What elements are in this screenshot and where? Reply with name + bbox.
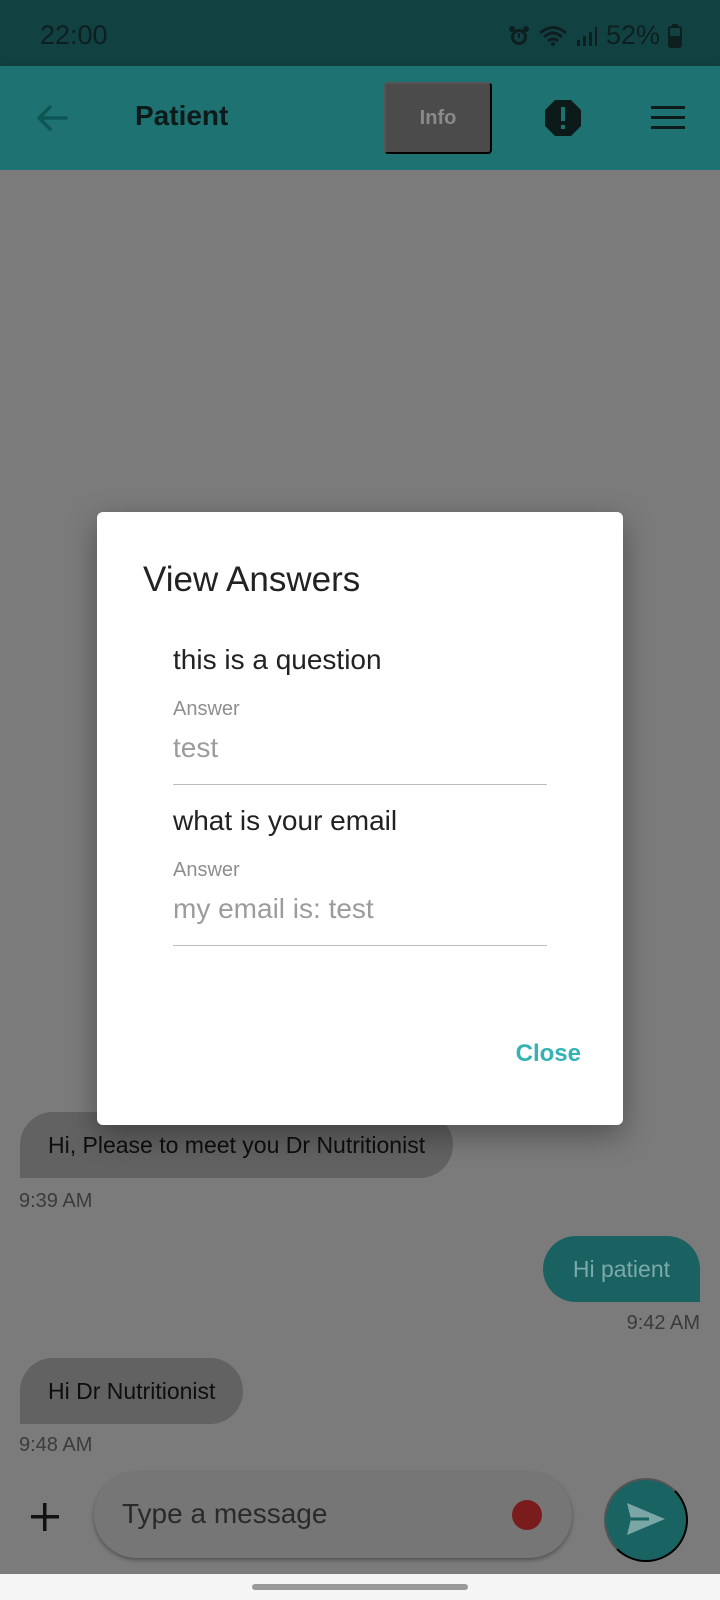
message-text: Hi Dr Nutritionist xyxy=(48,1377,216,1404)
system-nav-bar xyxy=(0,1574,720,1600)
answer-field[interactable]: my email is: test xyxy=(173,893,547,933)
signal-icon xyxy=(576,25,598,47)
message-bubble-incoming[interactable]: Hi Dr Nutritionist xyxy=(20,1358,244,1424)
answer-label: Answer xyxy=(173,698,240,720)
message-text: Hi patient xyxy=(572,1255,670,1282)
status-icons: 52% xyxy=(508,20,682,51)
answer-item: what is your email Answer my email is: t… xyxy=(173,805,547,946)
answer-divider xyxy=(173,784,547,785)
home-handle[interactable] xyxy=(252,1584,468,1590)
send-icon xyxy=(625,1499,667,1542)
question-text: what is your email xyxy=(173,805,398,836)
battery-text: 52% xyxy=(605,20,660,50)
dialog-title: View Answers xyxy=(143,560,361,599)
message-input[interactable] xyxy=(122,1492,502,1536)
record-icon[interactable] xyxy=(512,1500,542,1530)
send-button[interactable] xyxy=(604,1478,688,1562)
message-timestamp: 9:48 AM xyxy=(19,1434,93,1456)
info-button[interactable]: Info xyxy=(384,82,492,154)
view-answers-dialog: View Answers this is a question Answer t… xyxy=(97,512,623,1125)
app-bar: Patient Info xyxy=(0,66,720,170)
message-timestamp: 9:42 AM xyxy=(626,1312,700,1334)
plus-icon[interactable] xyxy=(28,1500,62,1534)
page-title: Patient xyxy=(135,100,229,131)
alarm-icon xyxy=(508,25,530,47)
answer-label: Answer xyxy=(173,859,240,881)
menu-icon[interactable] xyxy=(650,104,686,132)
message-text: Hi, Please to meet you Dr Nutritionist xyxy=(48,1131,426,1158)
answer-field[interactable]: test xyxy=(173,732,547,772)
answer-divider xyxy=(173,945,547,946)
message-timestamp: 9:39 AM xyxy=(19,1190,93,1212)
wifi-icon xyxy=(538,25,568,47)
status-time: 22:00 xyxy=(40,20,108,50)
back-arrow-icon[interactable] xyxy=(30,96,74,140)
battery-icon xyxy=(668,23,682,48)
message-composer xyxy=(94,1472,572,1558)
question-text: this is a question xyxy=(173,644,382,675)
answer-item: this is a question Answer test xyxy=(173,644,547,785)
close-button[interactable]: Close xyxy=(516,1040,581,1068)
alert-octagon-icon[interactable] xyxy=(543,98,583,138)
status-bar: 22:00 52% xyxy=(0,0,720,66)
message-bubble-outgoing[interactable]: Hi patient xyxy=(542,1236,700,1302)
